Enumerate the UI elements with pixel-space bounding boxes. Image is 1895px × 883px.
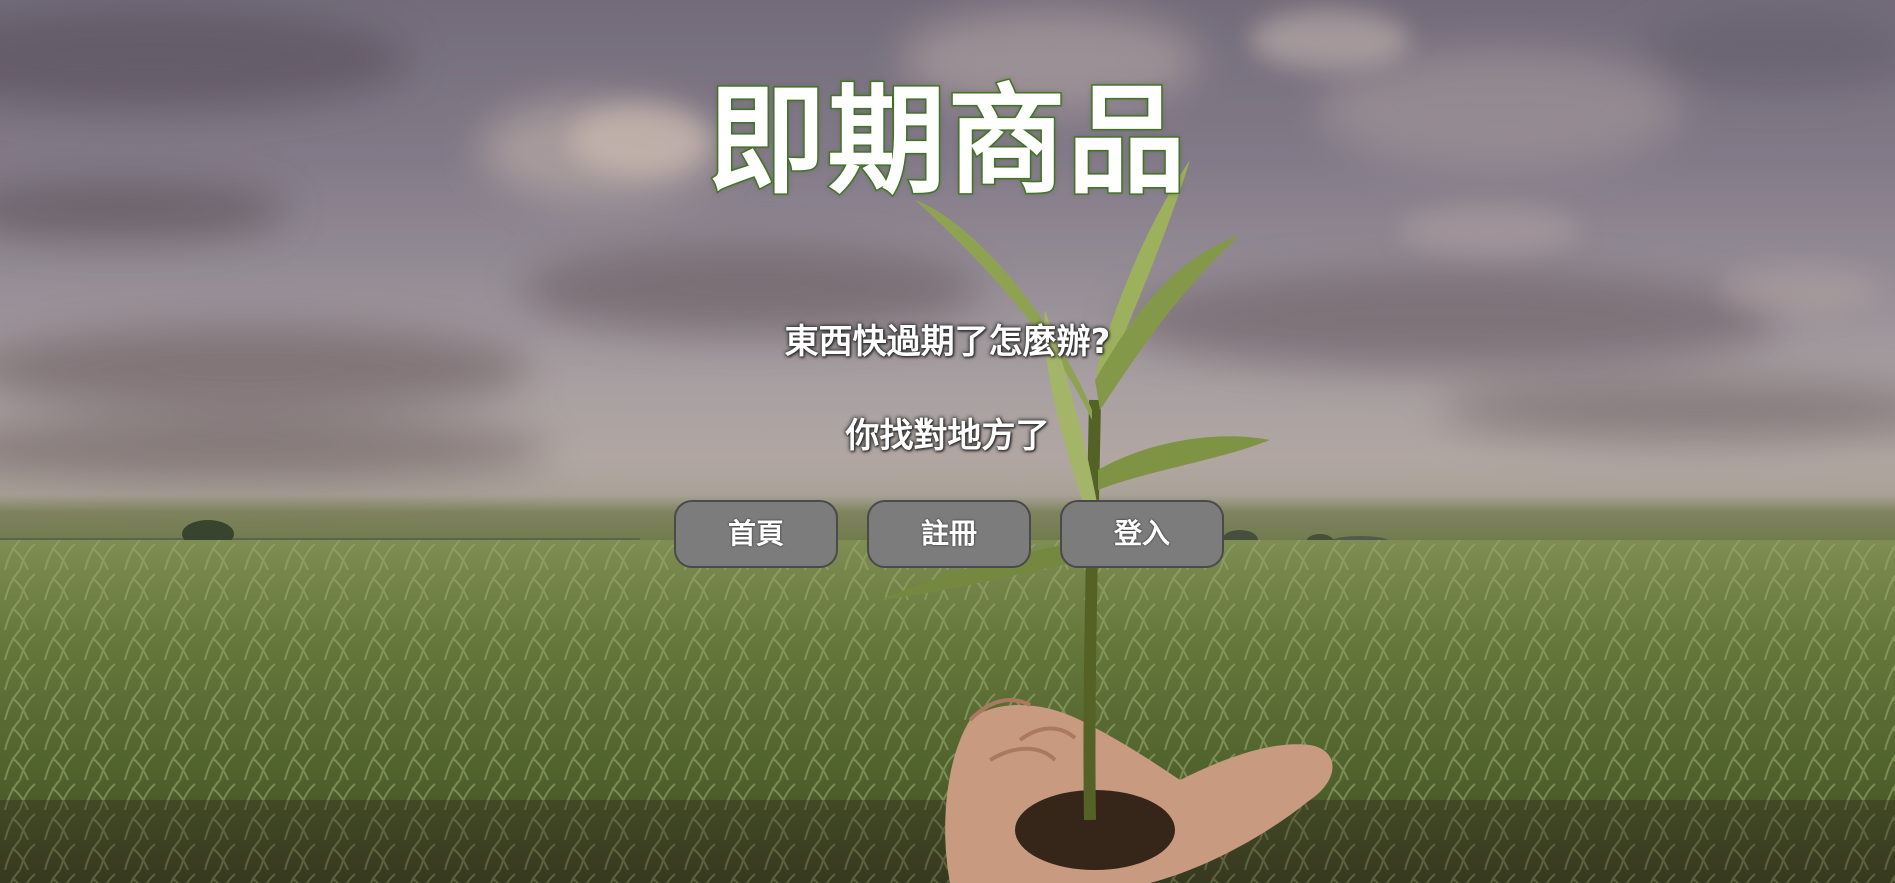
- page-title: 即期商品: [706, 72, 1188, 210]
- login-button[interactable]: 登入: [1060, 500, 1224, 568]
- tagline-answer: 你找對地方了: [845, 416, 1050, 456]
- tagline-question: 東西快過期了怎麼辦?: [784, 322, 1111, 362]
- main-nav: 首頁 註冊 登入: [674, 500, 1224, 570]
- hero-section: 即期商品 東西快過期了怎麼辦? 你找對地方了 首頁 註冊 登入: [0, 0, 1895, 883]
- register-button[interactable]: 註冊: [867, 500, 1031, 568]
- home-button[interactable]: 首頁: [674, 500, 838, 568]
